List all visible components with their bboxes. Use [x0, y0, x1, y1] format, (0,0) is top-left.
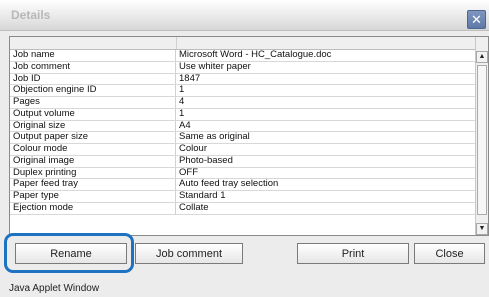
row-label: Job name: [10, 50, 176, 61]
row-label: Paper feed tray: [10, 179, 176, 190]
table-row[interactable]: Pages 4: [10, 97, 475, 109]
vertical-scrollbar[interactable]: ▲ ▼: [475, 37, 488, 235]
row-value: Photo-based: [179, 155, 233, 166]
row-value: Auto feed tray selection: [179, 179, 279, 190]
table-row[interactable]: Original size A4: [10, 120, 475, 133]
scroll-down-icon[interactable]: ▼: [476, 223, 488, 235]
scroll-up-icon[interactable]: ▲: [476, 51, 488, 63]
table-header: [10, 37, 488, 50]
table-rows: Job name Microsoft Word - HC_Catalogue.do…: [10, 50, 475, 215]
row-value: Same as original: [179, 132, 250, 143]
row-label: Job comment: [10, 61, 176, 73]
dialog-titlebar: Details ✕: [0, 0, 489, 31]
close-button[interactable]: Close: [414, 243, 485, 264]
dialog-title: Details: [11, 8, 51, 22]
row-label: Output volume: [10, 108, 176, 120]
row-value: A4: [179, 120, 191, 131]
table-row[interactable]: Ejection mode Collate: [10, 202, 475, 215]
table-row[interactable]: Job ID 1847: [10, 73, 475, 86]
scrollbar-thumb[interactable]: [477, 65, 487, 215]
table-row[interactable]: Colour mode Colour: [10, 144, 475, 156]
row-label: Original image: [10, 155, 176, 167]
table-row[interactable]: Job comment Use whiter paper: [10, 61, 475, 74]
table-row[interactable]: Job name Microsoft Word - HC_Catalogue.do…: [10, 50, 475, 62]
row-label: Pages: [10, 97, 176, 108]
job-comment-button[interactable]: Job comment: [135, 243, 243, 264]
status-text: Java Applet Window: [9, 283, 100, 294]
row-label: Objection engine ID: [10, 85, 176, 96]
row-value: 4: [179, 97, 185, 107]
row-value: Standard 1: [179, 191, 226, 201]
row-value: Use whiter paper: [179, 61, 251, 72]
table-header-label-column: [10, 37, 177, 49]
row-label: Colour mode: [10, 144, 176, 155]
row-label: Paper type: [10, 191, 176, 202]
row-value: 1: [179, 85, 185, 96]
rename-button[interactable]: Rename: [15, 243, 127, 264]
row-value: Collate: [179, 202, 209, 213]
row-label: Original size: [10, 120, 176, 132]
row-label: Ejection mode: [10, 202, 176, 214]
table-row[interactable]: Objection engine ID 1: [10, 85, 475, 97]
row-label: Job ID: [10, 73, 176, 85]
row-value: Microsoft Word - HC_Catalogue.doc: [179, 50, 332, 60]
table-row[interactable]: Original image Photo-based: [10, 155, 475, 168]
row-label: Duplex printing: [10, 167, 176, 179]
table-row[interactable]: Output paper size Same as original: [10, 132, 475, 144]
details-table: Job name Microsoft Word - HC_Catalogue.do…: [9, 36, 489, 236]
table-row[interactable]: Duplex printing OFF: [10, 167, 475, 180]
table-header-value-column: [177, 37, 476, 49]
close-icon[interactable]: ✕: [467, 10, 486, 29]
row-value: OFF: [179, 167, 198, 178]
table-row[interactable]: Paper feed tray Auto feed tray selection: [10, 179, 475, 191]
table-row[interactable]: Output volume 1: [10, 108, 475, 121]
row-value: 1: [179, 108, 185, 119]
table-row[interactable]: Paper type Standard 1: [10, 191, 475, 203]
row-value: Colour: [179, 144, 207, 154]
print-button[interactable]: Print: [297, 243, 409, 264]
row-label: Output paper size: [10, 132, 176, 143]
row-value: 1847: [179, 73, 201, 84]
